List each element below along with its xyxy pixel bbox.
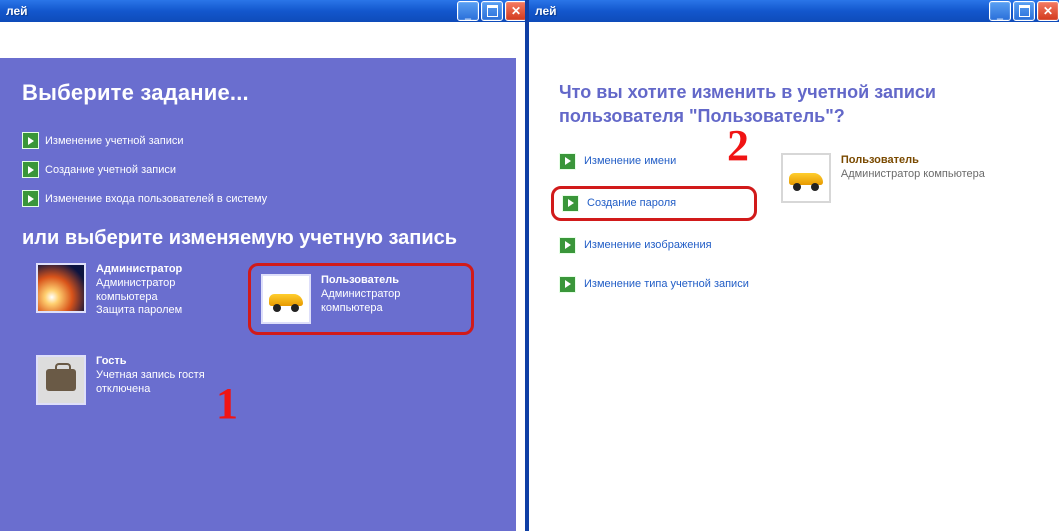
arrow-right-icon <box>559 153 576 170</box>
guest-status: отключена <box>96 383 205 397</box>
account-name: Пользователь <box>841 153 985 167</box>
account-role: Администратор компьютера <box>841 167 985 181</box>
link-change-account[interactable]: Изменение учетной записи <box>0 128 516 153</box>
annotation-number-2: 2 <box>727 120 749 171</box>
avatar-guest <box>36 355 86 405</box>
link-label: Изменение входа пользователей в систему <box>45 193 267 205</box>
account-role: компьютера <box>96 291 182 305</box>
close-button[interactable]: ✕ <box>505 1 527 21</box>
link-label: Изменение типа учетной записи <box>584 278 749 290</box>
account-role: компьютера <box>321 302 400 316</box>
account-role: Администратор <box>96 277 182 291</box>
link-change-picture[interactable]: Изменение изображения <box>559 237 749 254</box>
car-icon <box>785 157 827 199</box>
arrow-right-icon <box>562 195 579 212</box>
panel-tasks: Выберите задание... Изменение учетной за… <box>0 58 516 531</box>
arrow-right-icon <box>22 161 39 178</box>
maximize-icon <box>1019 5 1030 17</box>
account-summary: Пользователь Администратор компьютера <box>781 153 985 203</box>
link-label: Создание учетной записи <box>45 164 176 176</box>
link-create-account[interactable]: Создание учетной записи <box>0 157 516 182</box>
window-left: Выберите задание... Изменение учетной за… <box>0 22 525 531</box>
link-label: Создание пароля <box>587 197 676 209</box>
titlebar-right: лей _ ✕ <box>529 0 1059 22</box>
link-label: Изменение имени <box>584 155 676 167</box>
heading-what-to-change: Что вы хотите изменить в учетной записи … <box>559 80 1039 129</box>
link-label: Изменение изображения <box>584 239 712 251</box>
minimize-button[interactable]: _ <box>989 1 1011 21</box>
account-name: Администратор <box>96 263 182 277</box>
guest-status: Учетная запись гостя <box>96 369 205 383</box>
link-change-logon[interactable]: Изменение входа пользователей в систему <box>0 186 516 211</box>
maximize-icon <box>487 5 498 17</box>
close-icon: ✕ <box>1043 4 1053 19</box>
account-guest[interactable]: Гость Учетная запись гостя отключена <box>36 355 236 405</box>
window-title-right: лей <box>535 4 557 18</box>
arrow-right-icon <box>559 237 576 254</box>
car-icon <box>265 278 307 320</box>
account-user-selected[interactable]: Пользователь Администратор компьютера <box>248 263 474 335</box>
close-button[interactable]: ✕ <box>1037 1 1059 21</box>
maximize-button[interactable] <box>1013 1 1035 21</box>
annotation-number-1: 1 <box>216 378 238 429</box>
arrow-right-icon <box>22 190 39 207</box>
heading-choose-task: Выберите задание... <box>0 58 516 124</box>
account-role: Администратор <box>321 288 400 302</box>
arrow-right-icon <box>559 276 576 293</box>
link-change-account-type[interactable]: Изменение типа учетной записи <box>559 276 749 293</box>
maximize-button[interactable] <box>481 1 503 21</box>
account-name: Гость <box>96 355 205 369</box>
window-right: Что вы хотите изменить в учетной записи … <box>529 22 1059 531</box>
suitcase-icon <box>46 369 76 391</box>
close-icon: ✕ <box>511 4 521 19</box>
avatar-user <box>781 153 831 203</box>
link-label: Изменение учетной записи <box>45 135 184 147</box>
avatar-admin <box>36 263 86 313</box>
titlebar-left: лей _ ✕ <box>0 0 534 22</box>
account-name: Пользователь <box>321 274 400 288</box>
link-change-name[interactable]: Изменение имени <box>559 153 749 170</box>
avatar-user <box>261 274 311 324</box>
account-password-note: Защита паролем <box>96 304 182 318</box>
minimize-icon: _ <box>465 7 471 22</box>
account-admin[interactable]: Администратор Администратор компьютера З… <box>36 263 236 335</box>
window-title-left: лей <box>6 4 28 18</box>
link-create-password-selected[interactable]: Создание пароля <box>551 186 757 221</box>
minimize-button[interactable]: _ <box>457 1 479 21</box>
arrow-right-icon <box>22 132 39 149</box>
heading-pick-account: или выберите изменяемую учетную запись <box>0 225 516 251</box>
minimize-icon: _ <box>997 7 1003 22</box>
